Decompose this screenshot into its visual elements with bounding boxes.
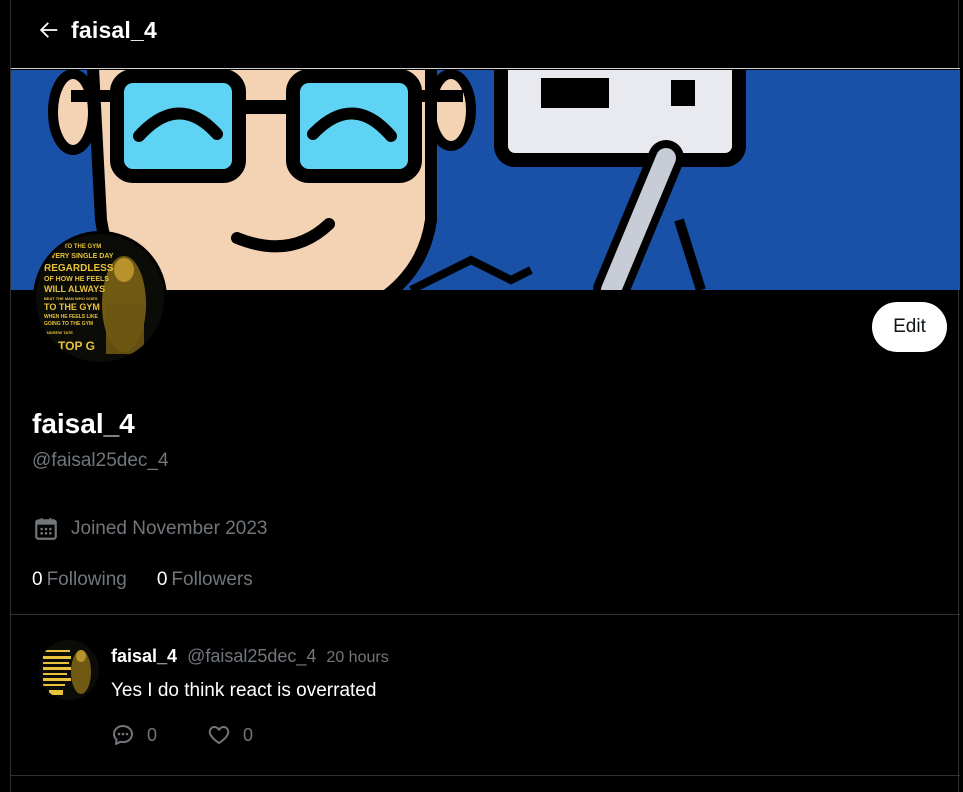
reply-count: 0: [147, 724, 158, 745]
joined-date: Joined November 2023: [33, 516, 267, 542]
edit-profile-button[interactable]: Edit: [872, 302, 947, 352]
comment-icon: [113, 725, 133, 745]
like-count: 0: [243, 724, 254, 745]
followers-link[interactable]: 0 Followers: [157, 569, 253, 591]
like-button[interactable]: 0: [207, 723, 253, 747]
avatar-line-10: ANDREW TATE: [44, 330, 73, 335]
following-link[interactable]: 0 Following: [32, 569, 127, 591]
following-label: Following: [46, 569, 127, 590]
avatar-line-1: TO THE GYM: [64, 244, 101, 250]
post-item[interactable]: faisal_4 @faisal25dec_4 20 hours Yes I d…: [11, 615, 960, 775]
main-column: faisal_4 TO THE GYM EVERY SINGLE DAY REG…: [10, 0, 960, 792]
heart-icon: [208, 726, 230, 744]
avatar-line-11: TOP G: [58, 339, 95, 353]
back-button[interactable]: [35, 16, 63, 44]
avatar-line-4: OF HOW HE FEELS: [44, 276, 109, 283]
post-timestamp[interactable]: 20 hours: [326, 649, 388, 667]
post-text: Yes I do think react is overrated: [111, 680, 377, 701]
profile-avatar[interactable]: TO THE GYM EVERY SINGLE DAY REGARDLESS O…: [33, 231, 167, 365]
avatar-line-2: EVERY SINGLE DAY: [46, 253, 114, 260]
following-count: 0: [32, 569, 43, 590]
post-author-avatar[interactable]: [39, 640, 99, 700]
avatar-line-6: BEAT THE MAN WHO GOES: [44, 296, 98, 301]
post-actions: 0 0: [111, 723, 303, 747]
avatar-line-9: GOING TO THE GYM: [44, 321, 93, 327]
profile-name: faisal_4: [32, 408, 135, 439]
joined-text: Joined November 2023: [71, 518, 268, 539]
reply-button[interactable]: 0: [111, 723, 157, 747]
avatar-line-7: TO THE GYM: [44, 302, 100, 312]
post-author-name[interactable]: faisal_4: [111, 646, 177, 667]
top-header: faisal_4: [11, 0, 960, 69]
post-meta: faisal_4 @faisal25dec_4 20 hours: [111, 646, 389, 667]
followers-label: Followers: [171, 569, 253, 590]
header-title: faisal_4: [71, 17, 157, 43]
profile-page: faisal_4 TO THE GYM EVERY SINGLE DAY REG…: [0, 0, 963, 792]
post-avatar-image: [39, 640, 99, 700]
calendar-icon: [35, 518, 57, 540]
profile-handle: @faisal25dec_4: [32, 450, 169, 471]
avatar-line-8: WHEN HE FEELS LIKE: [44, 314, 99, 320]
avatar-image: TO THE GYM EVERY SINGLE DAY REGARDLESS O…: [36, 234, 164, 362]
follow-stats: 0 Following 0 Followers: [32, 569, 283, 591]
divider: [11, 775, 960, 776]
arrow-left-icon: [39, 22, 58, 38]
followers-count: 0: [156, 569, 168, 590]
avatar-line-3: REGARDLESS: [44, 263, 114, 274]
avatar-line-5: WILL ALWAYS: [44, 284, 105, 294]
post-author-handle[interactable]: @faisal25dec_4: [187, 646, 316, 667]
